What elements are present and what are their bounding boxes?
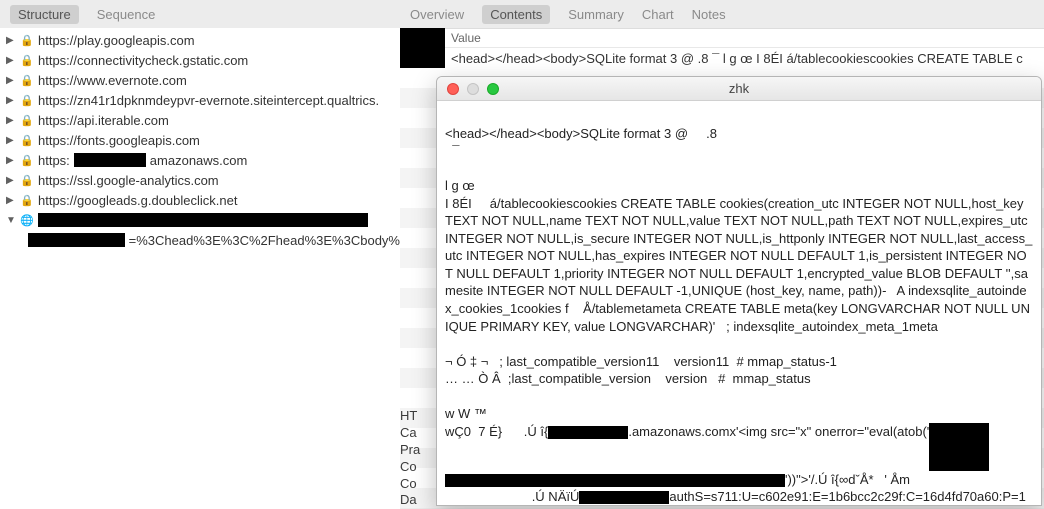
popup-body[interactable]: <head></head><body>SQLite format 3 @ .8 … — [437, 101, 1041, 505]
tree-label: https://connectivitycheck.gstatic.com — [38, 53, 248, 68]
popup-titlebar[interactable]: zhk — [437, 77, 1041, 101]
tree-child-item[interactable]: =%3Chead%3E%3C%2Fhead%3E%3Cbody% — [0, 230, 400, 250]
tree-item[interactable]: ▶ 🔒 https://zn41r1dpknmdeypvr-evernote.sit… — [0, 90, 400, 110]
popup-text: l g œ — [445, 178, 475, 193]
tree-label-post: amazonaws.com — [150, 153, 248, 168]
disclosure-triangle-icon[interactable]: ▶ — [6, 175, 16, 186]
tree-item-expanded[interactable]: ▼🌐 — [0, 210, 400, 230]
popup-text: I 8ÉI á/tablecookiescookies CREATE TABLE… — [445, 196, 1032, 334]
redacted-block — [929, 423, 989, 471]
lock-icon: 🔒 — [20, 153, 34, 167]
lock-icon: 🔒 — [20, 33, 34, 47]
right-pane: Overview Contents Summary Chart Notes Va… — [400, 0, 1044, 509]
tab-summary[interactable]: Summary — [568, 7, 624, 22]
disclosure-triangle-icon[interactable]: ▶ — [6, 75, 16, 86]
disclosure-triangle-icon[interactable]: ▶ — [6, 155, 16, 166]
tree-item[interactable]: ▶ 🔒 https://play.googleapis.com — [0, 30, 400, 50]
tree-label: https://ssl.google-analytics.com — [38, 173, 219, 188]
truncated-left-labels: HT Ca Pra Co Co Da — [400, 408, 436, 509]
tree-label: https://zn41r1dpknmdeypvr-evernote.sitei… — [38, 93, 379, 108]
left-pane: Structure Sequence ▶ 🔒 https://play.google… — [0, 0, 400, 509]
tree-label: https://api.iterable.com — [38, 113, 169, 128]
value-cell: <head></head><body>SQLite format 3 @ .8 … — [445, 51, 1023, 66]
tree-label-pre: https: — [38, 153, 70, 168]
lock-icon: 🔒 — [20, 93, 34, 107]
disclosure-triangle-icon[interactable]: ▶ — [6, 35, 16, 46]
tab-sequence[interactable]: Sequence — [97, 7, 156, 22]
tab-notes[interactable]: Notes — [692, 7, 726, 22]
name-cell-redacted — [400, 48, 445, 68]
tree-label: https://play.googleapis.com — [38, 33, 195, 48]
tree-item[interactable]: ▶ 🔒 https://googleads.g.doubleclick.net — [0, 190, 400, 210]
popup-text: '))">'/.Ú î{∞dˇÅ* ' Åm — [785, 472, 910, 487]
popup-text: wÇ0 7 É} .Ú î{ — [445, 424, 548, 439]
redacted-block — [548, 426, 628, 439]
disclosure-triangle-icon[interactable]: ▶ — [6, 55, 16, 66]
tree-item[interactable]: ▶ 🔒 https://www.evernote.com — [0, 70, 400, 90]
redacted-block — [445, 474, 785, 487]
disclosure-triangle-icon[interactable]: ▶ — [6, 95, 16, 106]
popup-text: w W ™ — [445, 406, 487, 421]
redacted-block — [38, 213, 368, 227]
contents-header: Value — [400, 28, 1044, 48]
redacted-block — [74, 153, 146, 167]
tab-chart[interactable]: Chart — [642, 7, 674, 22]
tree-item[interactable]: ▶ 🔒 https://connectivitycheck.gstatic.com — [0, 50, 400, 70]
tab-structure[interactable]: Structure — [10, 5, 79, 24]
lock-icon: 🔒 — [20, 73, 34, 87]
lock-icon: 🔒 — [20, 173, 34, 187]
lock-icon: 🔒 — [20, 113, 34, 127]
tree-item[interactable]: ▶ 🔒 https: amazonaws.com — [0, 150, 400, 170]
disclosure-triangle-icon[interactable]: ▶ — [6, 115, 16, 126]
popup-text: ¯ — [445, 143, 459, 158]
popup-text: .amazonaws.comx'<img src="x" onerror="ev… — [628, 424, 929, 439]
popup-title: zhk — [437, 81, 1041, 96]
redacted-block — [579, 491, 669, 504]
lock-icon: 🔒 — [20, 53, 34, 67]
tree-child-label: =%3Chead%3E%3C%2Fhead%3E%3Cbody% — [129, 233, 400, 248]
contents-row[interactable]: <head></head><body>SQLite format 3 @ .8 … — [400, 48, 1044, 68]
popup-text: ¬ Ó ‡ ¬ ; last_compatible_version11 vers… — [445, 354, 837, 369]
left-tabbar: Structure Sequence — [0, 0, 400, 28]
globe-icon: 🌐 — [20, 213, 34, 227]
tree-view[interactable]: ▶ 🔒 https://play.googleapis.com ▶ 🔒 https://… — [0, 28, 400, 509]
tree-item[interactable]: ▶ 🔒 https://fonts.googleapis.com — [0, 130, 400, 150]
tab-overview[interactable]: Overview — [410, 7, 464, 22]
tree-label: https://googleads.g.doubleclick.net — [38, 193, 237, 208]
right-tabbar: Overview Contents Summary Chart Notes — [400, 0, 1044, 28]
tree-label: https://www.evernote.com — [38, 73, 187, 88]
disclosure-triangle-icon[interactable]: ▶ — [6, 135, 16, 146]
tree-label: https://fonts.googleapis.com — [38, 133, 200, 148]
value-column-header: Value — [445, 31, 481, 45]
disclosure-triangle-icon[interactable]: ▶ — [6, 195, 16, 206]
tree-item[interactable]: ▶ 🔒 https://ssl.google-analytics.com — [0, 170, 400, 190]
disclosure-triangle-icon[interactable]: ▼ — [6, 215, 16, 226]
tab-contents[interactable]: Contents — [482, 5, 550, 24]
popup-text: … … Ò Â ;last_compatible_version version… — [445, 371, 811, 386]
popup-text: <head></head><body>SQLite format 3 @ .8 — [445, 126, 717, 141]
name-column-redacted — [400, 28, 445, 48]
lock-icon: 🔒 — [20, 133, 34, 147]
lock-icon: 🔒 — [20, 193, 34, 207]
redacted-block — [28, 233, 125, 247]
popup-window[interactable]: zhk <head></head><body>SQLite format 3 @… — [436, 76, 1042, 506]
tree-item[interactable]: ▶ 🔒 https://api.iterable.com — [0, 110, 400, 130]
popup-text: .Ú NÄïÚ — [445, 489, 579, 504]
